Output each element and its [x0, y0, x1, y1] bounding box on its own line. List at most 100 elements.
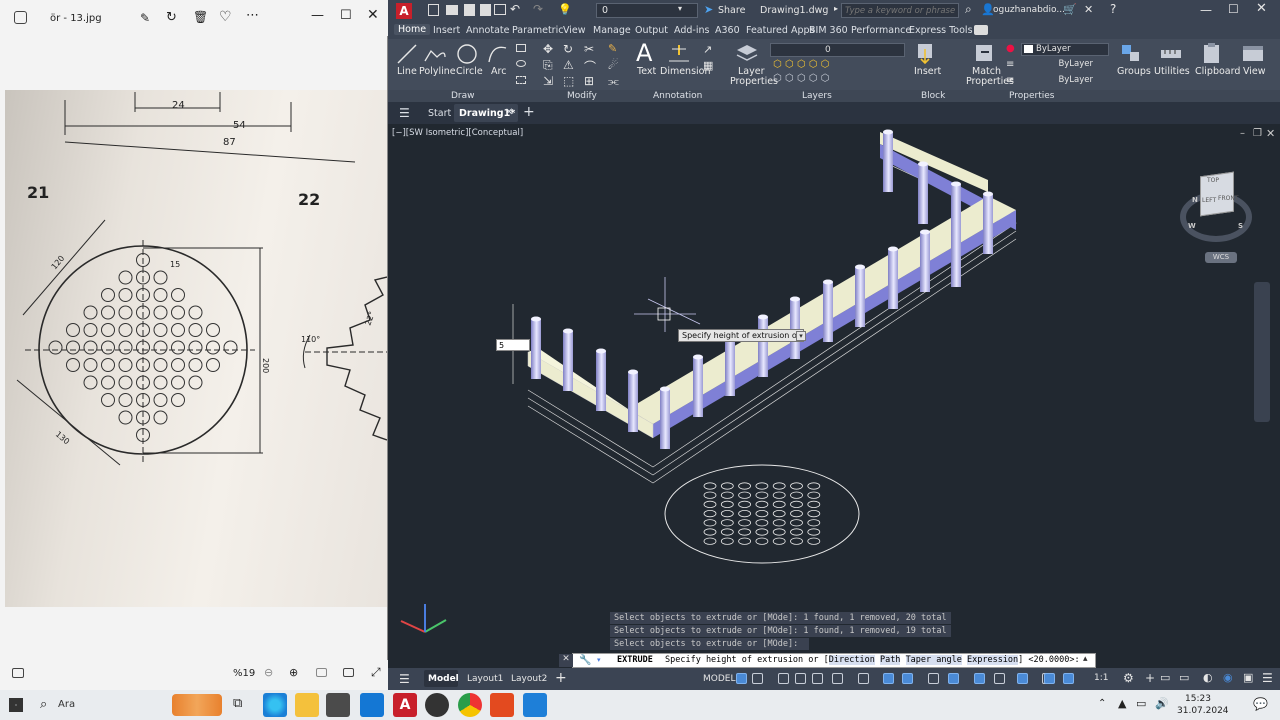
copy-icon[interactable]: ⎘ — [543, 58, 553, 73]
scale-icon[interactable]: ⬚ — [563, 74, 574, 88]
lineweight-toggle-icon[interactable] — [928, 673, 939, 684]
layer-dropdown[interactable]: 0 — [596, 3, 698, 18]
redo-icon[interactable]: ↷ — [533, 2, 543, 16]
layer-tools-row2-icon[interactable]: ⬡ ⬡ ⬡ ⬡ ⬡ — [773, 73, 829, 84]
fullscreen-icon[interactable]: ⤢ — [371, 665, 381, 680]
annotation-visibility-icon[interactable] — [1063, 673, 1074, 684]
window-maximize-icon[interactable]: ☐ — [1228, 2, 1239, 16]
groups-button[interactable]: Groups — [1117, 66, 1151, 77]
search-icon[interactable]: ⌕ — [965, 2, 972, 17]
color-icon[interactable]: ● — [1006, 43, 1015, 54]
tab-a360[interactable]: A360 — [715, 25, 740, 36]
chevron-down-icon[interactable]: ▾ — [678, 4, 682, 13]
tab-bim360[interactable]: BIM 360 — [809, 25, 848, 36]
recording-app-icon[interactable] — [490, 693, 514, 717]
hatch-icon[interactable] — [516, 76, 526, 84]
save-icon[interactable] — [464, 4, 475, 16]
insert-button[interactable]: Insert — [914, 66, 941, 77]
tab-view[interactable]: View — [563, 25, 586, 36]
units-icon[interactable]: ▭ — [1160, 671, 1170, 684]
stretch-icon[interactable]: ⇲ — [543, 74, 553, 88]
polar-icon[interactable] — [832, 673, 843, 684]
rotate-tool-icon[interactable]: ↻ — [563, 42, 573, 56]
drawing-viewport[interactable]: [−][SW Isometric][Conceptual] – ❐ ✕ TOP … — [388, 124, 1280, 668]
a360-icon[interactable]: ✕ — [1084, 3, 1093, 16]
compass-s[interactable]: S — [1238, 222, 1243, 230]
text-button[interactable]: Text — [637, 66, 656, 77]
infer-icon[interactable] — [778, 673, 789, 684]
lineweight-dropdown[interactable]: ByLayer — [1021, 59, 1109, 72]
layer-bulb-icon[interactable]: 💡 — [558, 3, 572, 16]
clock-date[interactable]: 31.07.2024 — [1177, 706, 1229, 716]
move-icon[interactable]: ✥ — [543, 42, 553, 56]
notification-icon[interactable]: 💬 — [1253, 697, 1268, 711]
tab-start[interactable]: Start — [428, 108, 451, 119]
rectangle-icon[interactable] — [516, 44, 526, 52]
title-chevron-icon[interactable]: ▸ — [834, 4, 838, 13]
snap-icon[interactable] — [752, 673, 763, 684]
model-space-button[interactable]: MODEL — [703, 674, 735, 684]
network-icon[interactable]: ▭ — [1136, 697, 1146, 710]
utilities-button[interactable]: Utilities — [1154, 66, 1190, 77]
layer-tools-icon[interactable]: ⬡ ⬡ ⬡ ⬡ ⬡ — [773, 59, 829, 70]
dynamic-input-field[interactable]: 5 — [496, 339, 530, 351]
compass-n[interactable]: N — [1192, 196, 1198, 204]
command-close-icon[interactable]: ✕ — [559, 654, 573, 667]
command-line[interactable]: ✕ 🔧 ▾ EXTRUDE Specify height of extrusio… — [559, 653, 1096, 668]
clean-screen-icon[interactable]: ▣ — [1243, 671, 1253, 684]
lineweight-icon[interactable]: ≡ — [1006, 59, 1014, 70]
photos-taskbar-icon[interactable] — [523, 693, 547, 717]
autocad-logo[interactable]: A — [396, 3, 412, 19]
grid-icon[interactable] — [736, 673, 747, 684]
panel-draw[interactable]: Draw — [451, 91, 475, 101]
tab-express-tools[interactable]: Express Tools — [909, 25, 973, 36]
viewport-close-icon[interactable]: ✕ — [1266, 127, 1275, 140]
rotate-icon[interactable]: ↻ — [166, 10, 177, 25]
circle-button[interactable]: Circle — [456, 66, 483, 77]
viewcube-top[interactable]: TOP — [1207, 177, 1219, 184]
opt-direction[interactable]: Direction — [828, 655, 875, 665]
layout-menu-icon[interactable]: ☰ — [399, 672, 410, 686]
search-highlight-image[interactable] — [172, 694, 222, 716]
ellipse-icon[interactable] — [516, 60, 526, 67]
compass-w[interactable]: W — [1188, 222, 1196, 230]
obs-icon[interactable] — [425, 693, 449, 717]
workspace-switch-icon[interactable]: ⚙ — [1123, 671, 1134, 685]
new-tab-icon[interactable]: + — [523, 104, 535, 120]
customization-icon[interactable]: ☰ — [1262, 671, 1273, 685]
tab-performance[interactable]: Performance — [851, 25, 911, 36]
object-snap-icon[interactable] — [902, 673, 913, 684]
tab-addins[interactable]: Add-ins — [674, 25, 709, 36]
dynamic-input-icon[interactable] — [795, 673, 806, 684]
arc-button[interactable]: Arc — [491, 66, 506, 77]
cart-icon[interactable]: 🛒 — [1063, 3, 1077, 16]
leader-icon[interactable]: ↗ — [703, 43, 712, 56]
explode-icon[interactable]: ☄ — [608, 58, 619, 72]
undo-icon[interactable]: ↶ — [510, 2, 520, 16]
layer-properties-label-2[interactable]: Properties — [730, 76, 778, 87]
mirror-icon[interactable]: ⚠ — [563, 58, 574, 72]
selection-cycling-icon[interactable] — [974, 673, 985, 684]
annotation-scale[interactable]: 1:1 — [1094, 673, 1108, 683]
linetype-icon[interactable]: ≡ — [1006, 75, 1014, 86]
panel-modify[interactable]: Modify — [567, 91, 597, 101]
edit-icon[interactable]: ✎ — [140, 11, 150, 25]
edge-icon[interactable] — [263, 693, 287, 717]
autocad-taskbar-icon[interactable]: A — [393, 693, 417, 717]
object-snap-tracking-icon[interactable] — [883, 673, 894, 684]
viewport-minimize-icon[interactable]: – — [1240, 128, 1245, 139]
line-icon[interactable] — [396, 43, 418, 65]
zoom-out-icon[interactable]: ⊖ — [264, 666, 273, 679]
circle-icon[interactable] — [455, 42, 479, 66]
volume-icon[interactable]: 🔊 — [1155, 697, 1169, 710]
fillet-icon[interactable]: ⌒ — [584, 58, 596, 75]
tab-output[interactable]: Output — [635, 25, 668, 36]
store-icon[interactable] — [326, 693, 350, 717]
print-icon[interactable] — [494, 4, 506, 15]
panel-annotation[interactable]: Annotation — [653, 91, 702, 101]
tab-featured-apps[interactable]: Featured Apps — [746, 25, 814, 36]
color-dropdown[interactable]: ByLayer — [1021, 43, 1109, 56]
offset-icon[interactable]: ⫘ — [608, 74, 619, 89]
linetype-dropdown[interactable]: ByLayer — [1021, 75, 1109, 88]
panel-block[interactable]: Block — [921, 91, 945, 101]
